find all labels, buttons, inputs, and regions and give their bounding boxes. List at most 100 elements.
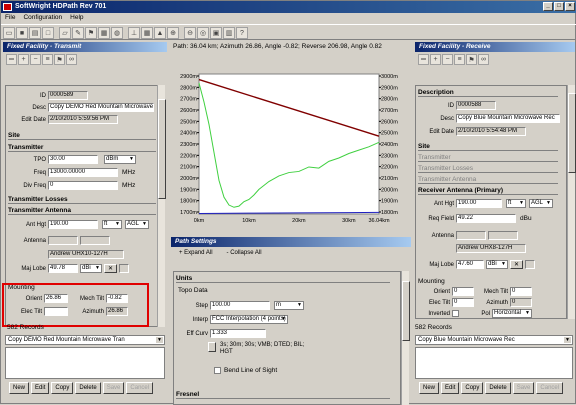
elec-tilt-field[interactable]: 0	[452, 298, 474, 307]
map-icon[interactable]: ▦	[98, 27, 110, 39]
delete-button[interactable]: Delete	[75, 382, 101, 394]
folder-icon[interactable]: ▭	[3, 27, 15, 39]
step-unit-select[interactable]: m	[274, 301, 304, 310]
receiver-antenna-section[interactable]: Receiver Antenna (Primary)	[418, 187, 558, 195]
mech-tilt-field[interactable]: 0	[510, 287, 532, 296]
open-icon[interactable]: ▱	[59, 27, 71, 39]
image-icon[interactable]: ▣	[210, 27, 222, 39]
menu-file[interactable]: File	[5, 14, 15, 22]
bend-los-checkbox[interactable]	[214, 367, 221, 374]
ant-hgt-unit-select[interactable]: ft	[506, 199, 526, 208]
path-settings-scrollbar[interactable]	[401, 271, 410, 405]
inverted-checkbox[interactable]	[452, 310, 459, 317]
scroll-thumb[interactable]	[402, 281, 410, 341]
antenna-field-b[interactable]	[488, 231, 518, 240]
maximize-button[interactable]: □	[554, 2, 564, 11]
div-freq-field[interactable]: 0	[48, 181, 118, 190]
ant-hgt-unit-select[interactable]: ft	[102, 220, 122, 229]
freq-field[interactable]: 13000.00000	[48, 168, 118, 177]
desc-field[interactable]: Copy DEMO Red Mountain Microwave	[48, 103, 154, 112]
close-button[interactable]: ×	[565, 2, 575, 11]
ant-hgt-ref-select[interactable]: AGL	[529, 199, 553, 208]
azimuth-field[interactable]: 0	[510, 298, 532, 307]
orient-field[interactable]: 0	[452, 287, 474, 296]
new-icon[interactable]: □	[42, 27, 54, 39]
req-field-field[interactable]: 49.22	[456, 214, 516, 223]
report-icon[interactable]: ▥	[223, 27, 235, 39]
antenna-model-field[interactable]: Andrew UHX10-127H	[48, 250, 124, 259]
topo-data-label[interactable]: Topo Data	[178, 287, 208, 294]
antenna-field-a[interactable]	[48, 236, 78, 245]
edit-date-field[interactable]: 2/10/2010 5:54:48 PM	[456, 127, 526, 136]
tpo-unit-select[interactable]: dBm	[104, 155, 136, 164]
scroll-thumb[interactable]	[158, 99, 166, 199]
id-field[interactable]: 0000589	[48, 91, 88, 100]
transmitter-section[interactable]: Transmitter	[8, 144, 156, 152]
remove-icon[interactable]: −	[442, 54, 453, 65]
save-icon[interactable]: ■	[16, 27, 28, 39]
globe-icon[interactable]: ◎	[197, 27, 209, 39]
edit-button[interactable]: Edit	[31, 382, 50, 394]
transmit-record-select[interactable]: Copy DEMO Red Mountain Microwave Tran	[5, 335, 165, 345]
receive-record-list[interactable]	[415, 347, 573, 379]
description-section[interactable]: Description	[418, 89, 558, 97]
ant-hgt-field[interactable]: 190.00	[48, 220, 98, 229]
maj-lobe-extra[interactable]	[119, 264, 130, 273]
flag-icon[interactable]: ⚑	[54, 54, 65, 65]
zoom-out-icon[interactable]: ⊖	[184, 27, 196, 39]
menu-help[interactable]: Help	[70, 14, 83, 22]
list-icon[interactable]: ≡	[454, 54, 465, 65]
grid-icon[interactable]: ▦	[141, 27, 153, 39]
minimize-button[interactable]: _	[543, 2, 553, 11]
maj-lobe-unit-select[interactable]: dBi	[80, 264, 102, 273]
collapse-all-link[interactable]: - Collapse All	[227, 250, 262, 256]
new-button[interactable]: New	[419, 382, 440, 394]
new-button[interactable]: New	[9, 382, 30, 394]
earth-icon[interactable]: ◍	[111, 27, 123, 39]
add-icon[interactable]: +	[430, 54, 441, 65]
antenna-field-b[interactable]	[80, 236, 110, 245]
print-icon[interactable]: ▤	[29, 27, 41, 39]
clear-icon[interactable]: ✕	[104, 264, 118, 273]
desc-field[interactable]: Copy Blue Mountain Microwave Rec	[456, 114, 560, 123]
cancel-button[interactable]: Cancel	[126, 382, 154, 394]
profile-chart[interactable]: 2900m 2800m 2700m 2600m 2500m 2400m 2300m 2200m…	[171, 52, 411, 233]
antenna-field-a[interactable]	[456, 231, 486, 240]
transmitter-section[interactable]: Transmitter	[418, 154, 558, 162]
edit-button[interactable]: Edit	[441, 382, 460, 394]
delete-button[interactable]: Delete	[485, 382, 511, 394]
maj-lobe-field[interactable]: 47.60	[456, 260, 484, 269]
remove-icon[interactable]: −	[30, 54, 41, 65]
menu-configuration[interactable]: Configuration	[23, 14, 62, 22]
units-section[interactable]: Units	[176, 275, 390, 283]
pol-select[interactable]: Horizontal	[492, 309, 532, 318]
tpo-field[interactable]: 30.00	[48, 155, 98, 164]
id-field[interactable]: 0000588	[456, 101, 496, 110]
transmit-record-list[interactable]	[5, 347, 165, 379]
chart-icon[interactable]: ▲	[154, 27, 166, 39]
antenna-model-field[interactable]: Andrew UHX8-127H	[456, 244, 526, 253]
fresnel-section[interactable]: Fresnel	[176, 391, 390, 399]
copy-button[interactable]: Copy	[461, 382, 484, 394]
cancel-button[interactable]: Cancel	[536, 382, 564, 394]
binoculars-icon[interactable]: ∞	[66, 54, 77, 65]
interp-select[interactable]: FCC Interpolation (4 points)	[210, 315, 288, 324]
scroll-thumb[interactable]	[568, 93, 576, 173]
maj-lobe-extra[interactable]	[525, 260, 536, 269]
data-source-button[interactable]	[208, 342, 216, 352]
transmit-scrollbar[interactable]	[157, 85, 166, 327]
zoom-in-icon[interactable]: ⊕	[167, 27, 179, 39]
maj-lobe-unit-select[interactable]: dBi	[486, 260, 508, 269]
binoculars-icon[interactable]: ∞	[478, 54, 489, 65]
save-button[interactable]: Save	[512, 382, 535, 394]
transmitter-losses-section[interactable]: Transmitter Losses	[8, 196, 156, 204]
site-section[interactable]: Site	[8, 132, 156, 140]
receive-scrollbar[interactable]	[567, 85, 576, 319]
transmitter-antenna-section[interactable]: Transmitter Antenna	[418, 176, 558, 184]
add-icon[interactable]: +	[18, 54, 29, 65]
ant-hgt-ref-select[interactable]: AGL	[125, 220, 149, 229]
edit-date-field[interactable]: 2/10/2010 5:59:56 PM	[48, 115, 118, 124]
list-icon[interactable]: ≡	[42, 54, 53, 65]
flag-icon[interactable]: ⚑	[466, 54, 477, 65]
site-section[interactable]: Site	[418, 143, 558, 151]
